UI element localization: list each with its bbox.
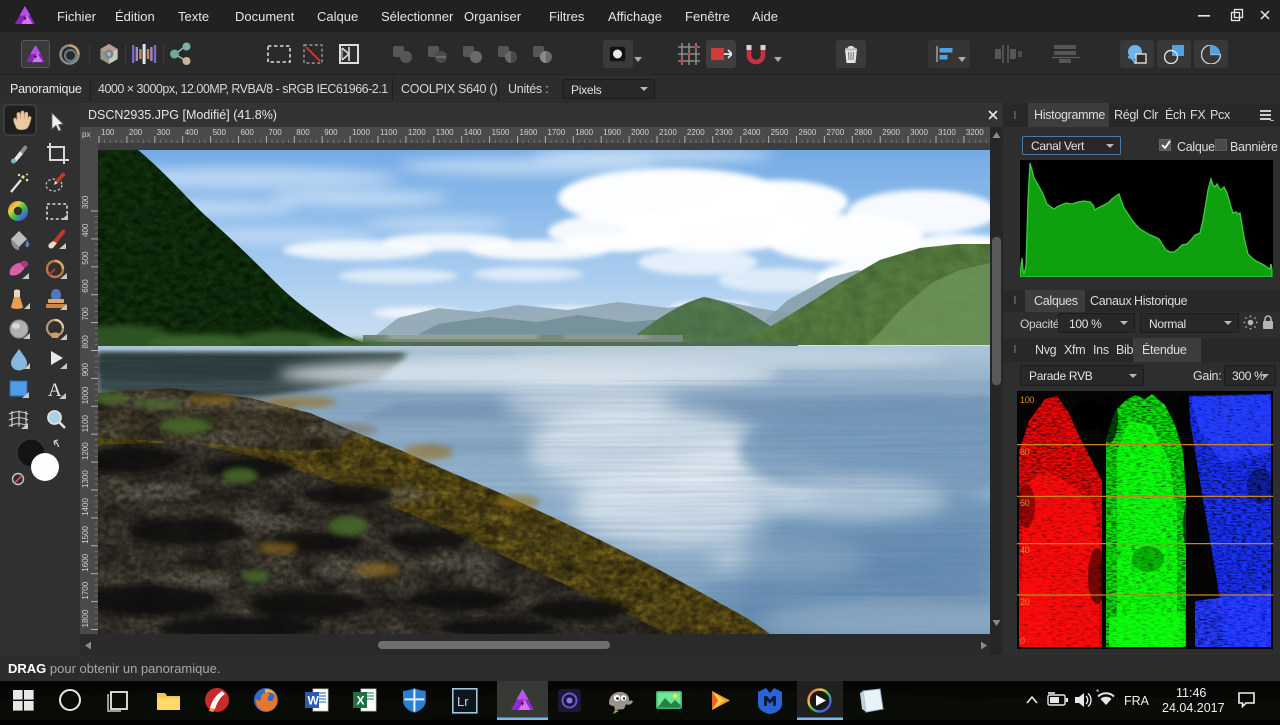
svg-text:3200: 3200	[966, 128, 984, 137]
svg-text:1300: 1300	[436, 128, 454, 137]
svg-text:2500: 2500	[771, 128, 789, 137]
svg-text:1800: 1800	[575, 128, 593, 137]
svg-text:FRA: FRA	[1124, 694, 1150, 708]
svg-text:60: 60	[1020, 498, 1030, 508]
svg-text:2900: 2900	[882, 128, 900, 137]
svg-text:300: 300	[157, 128, 171, 137]
svg-text:2300: 2300	[715, 128, 733, 137]
svg-text:100: 100	[1020, 395, 1034, 405]
svg-text:0: 0	[1020, 636, 1025, 646]
svg-text:800: 800	[296, 128, 310, 137]
svg-text:200: 200	[129, 128, 143, 137]
svg-text:500: 500	[213, 128, 227, 137]
svg-text:1600: 1600	[81, 553, 90, 571]
svg-text:2700: 2700	[826, 128, 844, 137]
svg-text:500: 500	[81, 251, 90, 265]
svg-text:1000: 1000	[352, 128, 370, 137]
svg-text:1700: 1700	[547, 128, 565, 137]
svg-text:800: 800	[81, 335, 90, 349]
svg-text:900: 900	[81, 363, 90, 377]
svg-text:2800: 2800	[854, 128, 872, 137]
svg-text:700: 700	[268, 128, 282, 137]
svg-text:*: *	[1096, 688, 1099, 697]
svg-text:2100: 2100	[659, 128, 677, 137]
svg-text:100: 100	[101, 128, 115, 137]
svg-text:20: 20	[1020, 597, 1030, 607]
svg-text:1100: 1100	[380, 128, 398, 137]
svg-text:300: 300	[81, 195, 90, 209]
svg-text:1900: 1900	[603, 128, 621, 137]
svg-text:1600: 1600	[520, 128, 538, 137]
svg-text:1200: 1200	[81, 442, 90, 460]
svg-text:1500: 1500	[492, 128, 510, 137]
svg-text:2400: 2400	[743, 128, 761, 137]
svg-text:px: px	[82, 130, 90, 139]
svg-text:400: 400	[81, 223, 90, 237]
svg-text:24.04.2017: 24.04.2017	[1162, 701, 1225, 715]
svg-text:2000: 2000	[631, 128, 649, 137]
svg-text:80: 80	[1020, 447, 1030, 457]
svg-text:2200: 2200	[687, 128, 705, 137]
svg-text:1400: 1400	[464, 128, 482, 137]
svg-text:1500: 1500	[81, 525, 90, 543]
svg-text:400: 400	[185, 128, 199, 137]
svg-text:1000: 1000	[81, 386, 90, 404]
svg-text:3000: 3000	[910, 128, 928, 137]
svg-text:1400: 1400	[81, 498, 90, 516]
svg-text:A: A	[48, 380, 62, 401]
svg-text:X: X	[357, 694, 365, 708]
svg-text:700: 700	[81, 307, 90, 321]
svg-text:11:46: 11:46	[1176, 686, 1206, 700]
svg-text:1100: 1100	[81, 414, 90, 432]
svg-text:1300: 1300	[81, 470, 90, 488]
svg-text:600: 600	[81, 279, 90, 293]
svg-text:600: 600	[241, 128, 255, 137]
svg-text:W: W	[308, 694, 320, 708]
svg-text:3100: 3100	[938, 128, 956, 137]
svg-text:1800: 1800	[81, 609, 90, 627]
svg-text:40: 40	[1020, 545, 1030, 555]
svg-text:900: 900	[324, 128, 338, 137]
svg-text:2600: 2600	[799, 128, 817, 137]
svg-text:1200: 1200	[408, 128, 426, 137]
svg-text:Lr: Lr	[457, 694, 469, 709]
svg-text:1700: 1700	[81, 581, 90, 599]
